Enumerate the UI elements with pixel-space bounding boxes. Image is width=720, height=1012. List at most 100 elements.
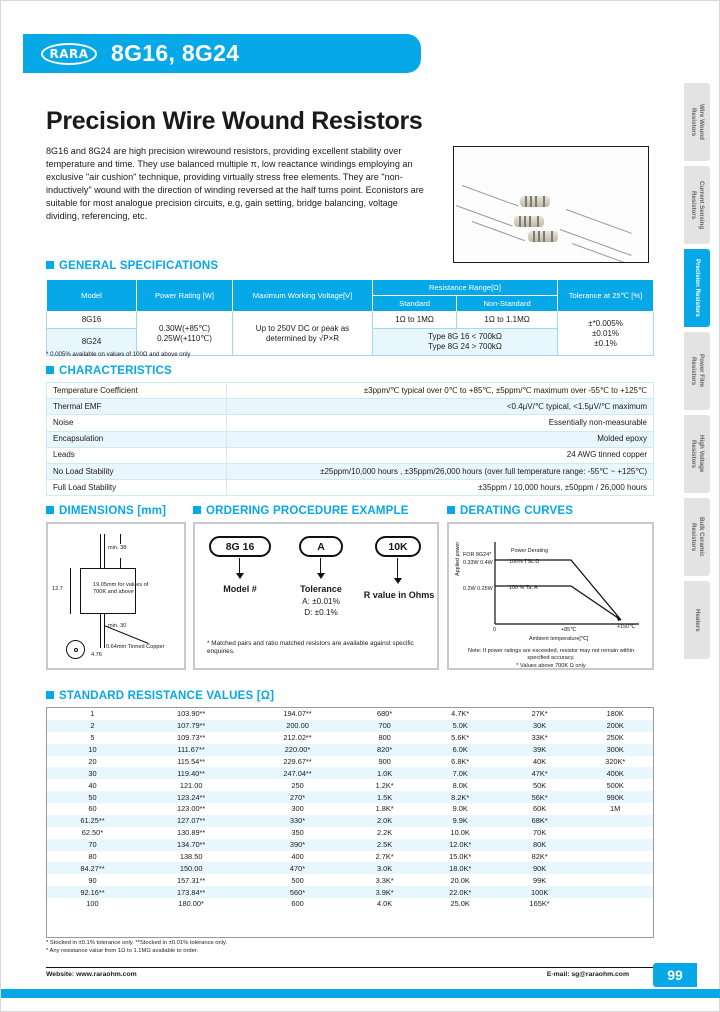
sidebar-item-heaters[interactable]: Heaters <box>684 581 710 659</box>
rv-cell: 6.0K <box>418 743 502 756</box>
footer-divider <box>46 967 654 968</box>
rv-cell: 470* <box>244 862 351 875</box>
rv-cell: 200K <box>577 719 653 732</box>
table-row: No Load Stability ±25ppm/10,000 hours , … <box>46 462 654 481</box>
sidebar-item-power-film[interactable]: Power Film Resistors <box>684 332 710 410</box>
rv-cell: 3.9K* <box>350 886 419 898</box>
derating-annotation-8g24: FOR 8G24* <box>463 552 492 558</box>
derating-xtick-85: +85℃ <box>561 627 577 633</box>
sidebar-item-current-sensing[interactable]: Current Sensing Resistors <box>684 166 710 244</box>
arrow-down-icon <box>317 573 325 579</box>
char-key: Temperature Coefficient <box>46 381 227 400</box>
lead-line <box>104 534 106 568</box>
general-specs-footnote: * 0.005% available on values of 100Ω and… <box>46 351 191 358</box>
cell-standard-range: 1Ω to 1MΩ <box>371 311 458 329</box>
header-model-title: 8G16, 8G24 <box>111 40 240 66</box>
section-ordering: ORDERING PROCEDURE EXAMPLE <box>193 505 409 517</box>
char-value: 24 AWG tinned copper <box>226 446 654 464</box>
lead-wire <box>571 243 631 262</box>
ordering-note: * Matched pairs and ratio matched resist… <box>207 640 414 655</box>
rv-cell: 500 <box>244 874 351 887</box>
col-tolerance: Tolerance at 25℃ [%] <box>557 279 654 312</box>
rv-cell: 400K <box>577 767 653 780</box>
table-row: 70 134.70** 390* 2.5K 12.0K* 80K <box>47 838 653 851</box>
rv-cell: 50 <box>47 791 138 803</box>
sidebar-item-bulk-ceramic[interactable]: Bulk Ceramic Resistors <box>684 498 710 576</box>
section-dimensions: DIMENSIONS [mm] <box>46 505 166 517</box>
col-standard: Standard <box>371 295 458 312</box>
ordering-label-rvalue: R value in Ohms <box>363 590 435 600</box>
rv-cell: 109.73** <box>137 731 245 744</box>
rv-cell: 8.0K <box>418 779 502 792</box>
footer-bar <box>1 989 720 998</box>
rv-cell: 350 <box>244 826 351 839</box>
rv-cell: 400 <box>244 850 351 863</box>
rv-cell: 123.00** <box>137 803 245 815</box>
table-row: Full Load Stability ±35ppm / 10,000 hour… <box>46 479 654 497</box>
rv-cell: 127.07** <box>137 814 245 827</box>
section-derating: DERATING CURVES <box>447 505 573 517</box>
table-row: 8G16 0.30W(+85℃) 0.25W(+110℃) Up to 250V… <box>46 311 654 356</box>
sidebar-item-wire-wound[interactable]: Wire Wound Resistors <box>684 83 710 161</box>
rv-cell: 6.8K* <box>418 755 502 768</box>
section-heading-text: ORDERING PROCEDURE EXAMPLE <box>206 505 409 517</box>
table-row: 5 109.73** 212.02** 800 5.6K* 33K* 250K <box>47 731 653 744</box>
rv-cell: 99K <box>501 874 578 887</box>
bullet-square-icon <box>46 366 54 374</box>
table-row: Encapsulation Molded epoxy <box>46 430 654 448</box>
datasheet-page: RARA 8G16, 8G24 Wire Wound Resistors Cur… <box>0 0 720 1012</box>
rv-cell: 60 <box>47 803 138 815</box>
standard-resistance-footnotes: * Stocked in ±0.1% tolerance only. **Sto… <box>46 940 228 954</box>
rv-cell: 990K <box>577 791 653 803</box>
rv-cell: 12.0K* <box>418 838 502 851</box>
rv-cell: 61.25** <box>47 814 138 827</box>
rv-cell <box>577 850 653 863</box>
cell-max-voltage: Up to 250V DC or peak as determined by √… <box>232 311 373 356</box>
table-row: 1 103.90** 194.07** 680* 4.7K* 27K* 180K <box>47 708 653 720</box>
lead-wire <box>565 209 632 234</box>
rv-cell: 60K <box>501 803 578 815</box>
rv-cell: 1 <box>47 708 138 720</box>
connector-line <box>397 558 399 579</box>
footer-website[interactable]: Website: www.raraohm.com <box>46 971 137 978</box>
rv-cell: 2.0K <box>350 814 419 827</box>
derating-ytick-high: 0.33W 0.4W <box>463 560 493 566</box>
rv-cell: 2.5K <box>350 838 419 851</box>
rv-cell: 27K* <box>501 708 578 720</box>
rv-cell: 111.67** <box>137 743 245 756</box>
table-row: Noise Essentially non-measurable <box>46 414 654 432</box>
rv-cell: 10 <box>47 743 138 756</box>
ordering-panel: 8G 16 A 10K Model # Tolerance A: ±0.01% … <box>193 522 439 670</box>
rv-cell: 40 <box>47 779 138 792</box>
rv-cell: 47K* <box>501 767 578 780</box>
footer-email[interactable]: E-mail: sg@raraohm.com <box>547 971 629 978</box>
logo-text: RARA <box>49 46 89 61</box>
rv-cell: 82K* <box>501 850 578 863</box>
lead-line <box>100 614 102 648</box>
col-non-standard: Non-Standard <box>456 295 558 312</box>
rv-cell: 165K* <box>501 898 578 910</box>
lead-wire <box>461 185 519 207</box>
rv-cell: 84.27** <box>47 862 138 875</box>
rv-cell: 5.0K <box>418 719 502 732</box>
standard-resistance-table: 1 103.90** 194.07** 680* 4.7K* 27K* 180K… <box>47 708 653 910</box>
rv-cell: 33K* <box>501 731 578 744</box>
body-outline <box>80 613 136 615</box>
derating-chart <box>494 542 639 625</box>
sidebar-item-precision[interactable]: Precision Resistors <box>684 249 710 327</box>
body-outline <box>80 568 82 614</box>
derating-panel: Applied power FOR 8G24* 0.33W 0.4W 0.2W … <box>447 522 654 670</box>
rv-cell: 270* <box>244 791 351 803</box>
rv-cell: 1.0K <box>350 767 419 780</box>
rv-cell: 157.31** <box>137 874 245 887</box>
page-header: RARA 8G16, 8G24 <box>23 34 421 73</box>
rv-cell: 115.54** <box>137 755 245 768</box>
derating-series-label-a: 100 % Ta. A <box>509 585 538 591</box>
table-row: Leads 24 AWG tinned copper <box>46 446 654 464</box>
rv-cell <box>577 874 653 887</box>
rv-cell: 9.0K <box>418 803 502 815</box>
cell-tolerance: ±*0.005% ±0.01% ±0.1% <box>557 311 654 356</box>
sidebar-item-high-voltage[interactable]: High Voltage Resistors <box>684 415 710 493</box>
table-row: 61.25** 127.07** 330* 2.0K 9.9K 68K* <box>47 814 653 827</box>
table-row: 30 119.40** 247.04** 1.0K 7.0K 47K* 400K <box>47 767 653 780</box>
